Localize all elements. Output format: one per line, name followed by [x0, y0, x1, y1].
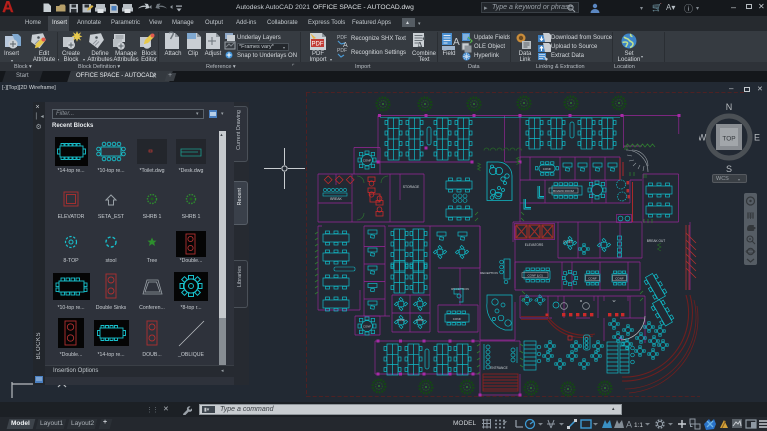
svg-text:PDF: PDF	[337, 48, 347, 54]
svg-text:CONF: CONF	[615, 277, 624, 281]
svg-text:CONF: CONF	[453, 317, 462, 321]
svg-text:ENTRANCE: ENTRANCE	[490, 366, 508, 370]
svg-text:*8-top r...: *8-top r...	[180, 305, 201, 311]
svg-text:CONF: CONF	[363, 159, 372, 163]
svg-text:stool: stool	[105, 258, 116, 264]
svg-text:*Double...: *Double...	[179, 258, 202, 264]
svg-text:*14-top re...: *14-top re...	[57, 168, 84, 174]
svg-text:1:1: 1:1	[634, 422, 643, 429]
svg-text:CONF: CONF	[588, 277, 597, 281]
svg-text:ELEVATOR: ELEVATOR	[57, 214, 84, 220]
svg-text:BREAK: BREAK	[330, 197, 342, 201]
svg-text:BREAK OUT: BREAK OUT	[647, 239, 665, 243]
svg-text:*14-top re...: *14-top re...	[97, 352, 124, 358]
svg-text:SHRB 1: SHRB 1	[142, 214, 161, 220]
svg-text:*Double...: *Double...	[59, 352, 82, 358]
svg-text:M: M	[580, 299, 583, 303]
svg-text:A: A	[626, 420, 632, 430]
svg-text:PDF: PDF	[312, 42, 324, 48]
svg-text:TOP: TOP	[722, 136, 735, 143]
svg-text:CONF: CONF	[543, 167, 552, 171]
svg-text:Conferen...: Conferen...	[139, 305, 165, 311]
svg-text:E: E	[754, 133, 760, 143]
svg-text:_OBLIQUE: _OBLIQUE	[177, 352, 204, 358]
svg-text:SETA_EST: SETA_EST	[97, 214, 124, 220]
svg-text:*Desk.dwg: *Desk.dwg	[178, 168, 203, 174]
svg-text:DOUB...: DOUB...	[142, 352, 161, 358]
svg-text:Tree: Tree	[146, 258, 157, 264]
svg-text:8-TOP: 8-TOP	[63, 258, 79, 264]
svg-text:STORAGE: STORAGE	[403, 185, 420, 189]
svg-text:PDF: PDF	[337, 35, 347, 41]
svg-text:RECEPTION: RECEPTION	[480, 271, 498, 275]
svg-text:CONF [LG]: CONF [LG]	[527, 274, 542, 278]
svg-text:CONF: CONF	[416, 318, 424, 322]
svg-text:W: W	[613, 299, 616, 303]
svg-text:Double Sinks: Double Sinks	[95, 305, 126, 311]
svg-text:ELEVATORS: ELEVATORS	[525, 243, 544, 247]
svg-text:*10-top re...: *10-top re...	[97, 168, 124, 174]
svg-text:W: W	[699, 133, 707, 143]
svg-text:SHRB 1: SHRB 1	[181, 214, 200, 220]
svg-text:BOARD ROOM: BOARD ROOM	[553, 189, 574, 193]
svg-text:*10-top re...: *10-top re...	[57, 305, 84, 311]
svg-text:*Toilet.dwg: *Toilet.dwg	[139, 168, 164, 174]
svg-text:CONF: CONF	[397, 318, 405, 322]
svg-text:CONF: CONF	[363, 325, 371, 329]
svg-text:N: N	[726, 102, 733, 112]
svg-text:S: S	[726, 164, 732, 173]
